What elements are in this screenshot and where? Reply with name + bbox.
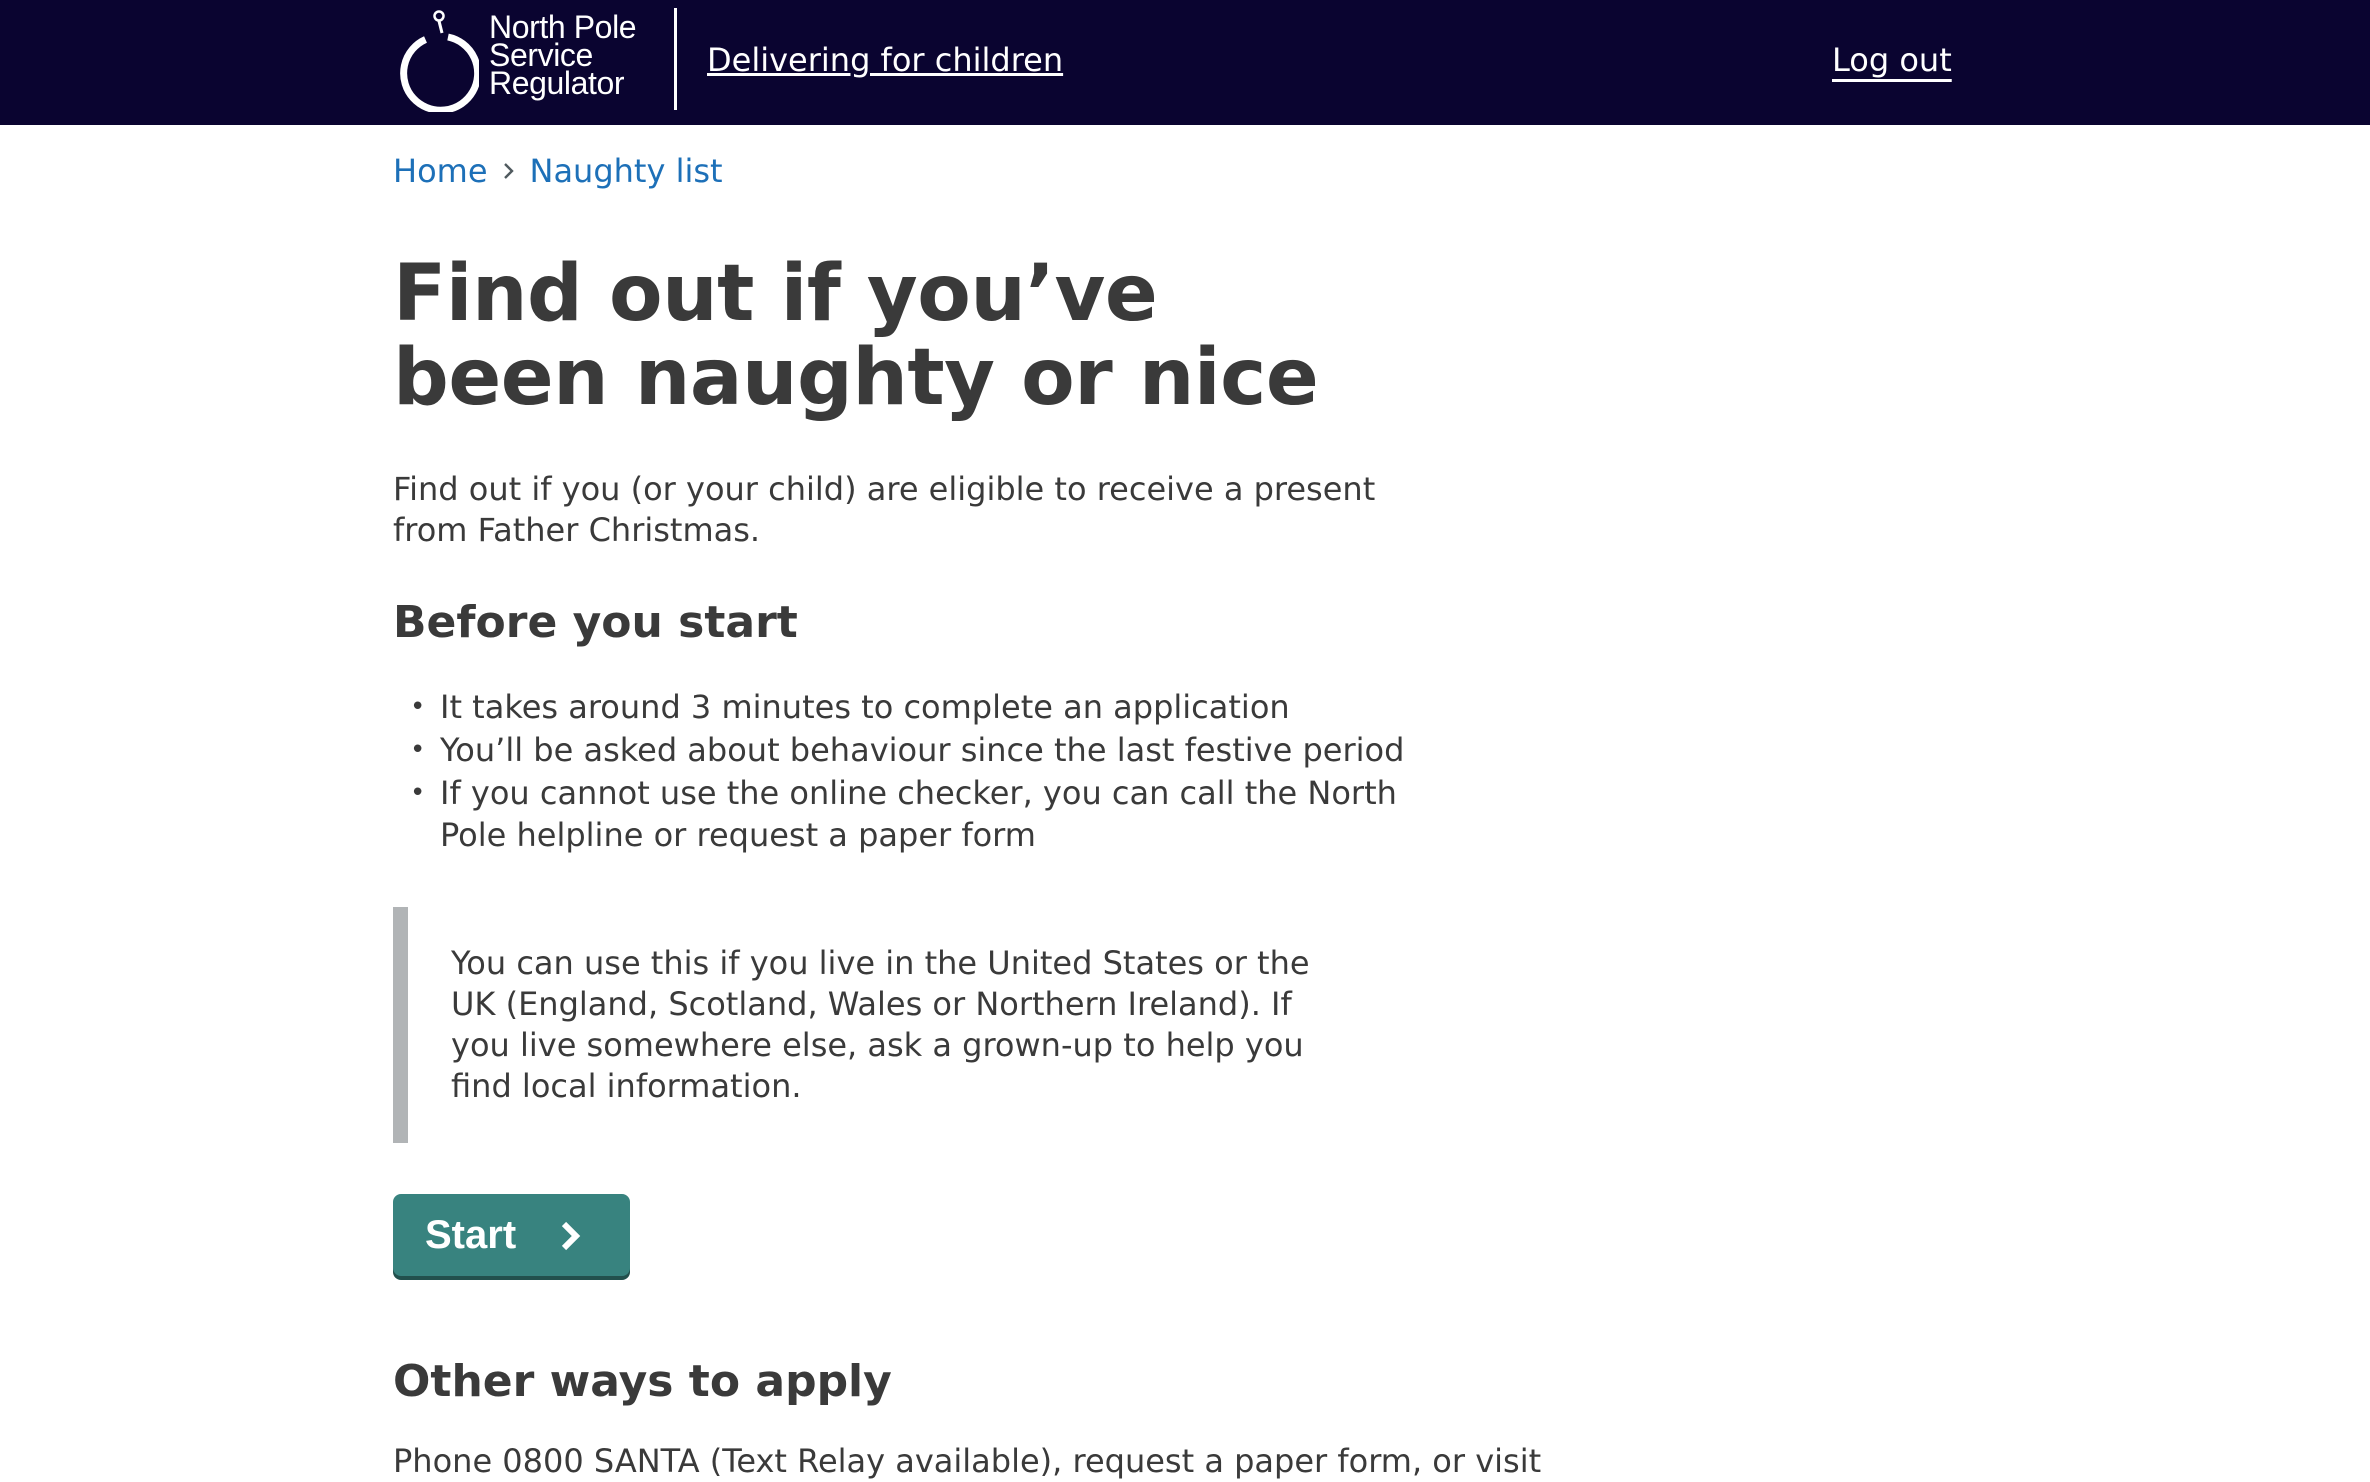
list-item: It takes around 3 minutes to complete an…	[410, 686, 1410, 728]
start-button-label: Start	[425, 1213, 517, 1257]
header-divider	[674, 8, 677, 110]
site-header: North Pole Service Regulator Delivering …	[0, 0, 2370, 125]
other-ways-heading: Other ways to apply	[393, 1356, 892, 1407]
breadcrumb-naughty-list-link[interactable]: Naughty list	[530, 151, 723, 191]
list-item: You’ll be asked about behaviour since th…	[410, 729, 1410, 771]
page-title: Find out if you’ve been naughty or nice	[393, 249, 1319, 423]
logo-link[interactable]: North Pole Service Regulator	[393, 8, 643, 112]
logo-line-3: Regulator	[489, 65, 625, 101]
logo-text: North Pole Service Regulator	[489, 11, 649, 101]
requirements-list: It takes around 3 minutes to complete an…	[410, 686, 1410, 857]
before-you-start-heading: Before you start	[393, 597, 798, 648]
north-pole-logo-icon	[400, 10, 479, 112]
other-ways-text: Phone 0800 SANTA (Text Relay available),…	[393, 1442, 1542, 1480]
breadcrumb-home-link[interactable]: Home	[393, 151, 488, 191]
lead-paragraph: Find out if you (or your child) are elig…	[393, 470, 1376, 549]
chevron-right-icon	[561, 1221, 581, 1251]
list-item: If you cannot use the online checker, yo…	[410, 772, 1410, 856]
start-button[interactable]: Start	[393, 1194, 630, 1276]
breadcrumb: Home Naughty list	[393, 148, 723, 194]
logout-link[interactable]: Log out	[1832, 40, 1952, 80]
inset-text-box: You can use this if you live in the Unit…	[393, 907, 1353, 1143]
chevron-right-icon	[503, 163, 514, 179]
inset-text: You can use this if you live in the Unit…	[451, 944, 1310, 1105]
service-name-link[interactable]: Delivering for children	[707, 40, 1063, 80]
